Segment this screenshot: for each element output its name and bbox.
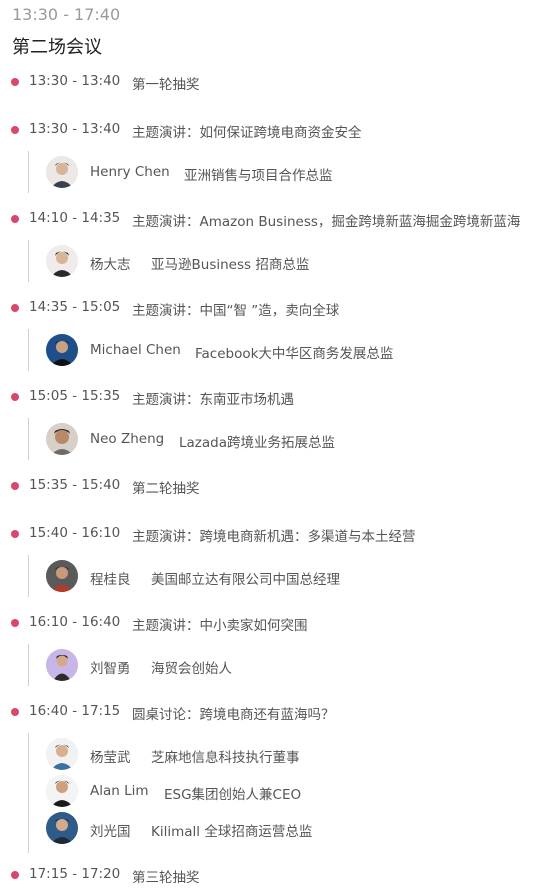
item-time: 13:30 - 13:40: [29, 73, 121, 89]
schedule-item: 13:30 - 13:40 主题演讲：如何保证跨境电商资金安全: [0, 119, 538, 141]
speaker-name: Michael Chen: [90, 342, 181, 358]
bullet-dot-icon: [11, 126, 19, 134]
item-title: 圆桌讨论：跨境电商还有蓝海吗？: [132, 707, 335, 723]
speaker-row: 程桂良 美国邮立达有限公司中国总经理: [29, 560, 529, 594]
schedule-item: 15:40 - 16:10 主题演讲：跨境电商新机遇：多渠道与本土经营: [0, 523, 538, 545]
schedule-item: 14:10 - 14:35 主题演讲：Amazon Business，掘金跨境新…: [0, 208, 538, 230]
avatar: [46, 156, 78, 188]
bullet-dot-icon: [11, 708, 19, 716]
item-title: 主题演讲：中国“智 ”造，卖向全球: [132, 303, 340, 319]
avatar: [46, 245, 78, 277]
speaker-group: 杨大志 亚马逊Business 招商总监: [28, 240, 309, 282]
item-title: 主题演讲：东南亚市场机遇: [132, 392, 294, 408]
speaker-row: Henry Chen 亚洲销售与项目合作总监: [29, 156, 529, 190]
item-time: 16:40 - 17:15: [29, 703, 121, 719]
speaker-name: Neo Zheng: [90, 431, 165, 447]
speaker-row: 杨莹武 芝麻地信息科技执行董事: [29, 738, 529, 772]
speaker-name: 刘光国: [90, 824, 131, 840]
item-time: 13:30 - 13:40: [29, 121, 121, 137]
speaker-row: 杨大志 亚马逊Business 招商总监: [29, 245, 529, 279]
speaker-role: ESG集团创始人兼CEO: [164, 787, 302, 803]
schedule-item: 15:35 - 15:40 第二轮抽奖: [0, 475, 538, 497]
bullet-dot-icon: [11, 304, 19, 312]
speaker-role: 亚洲销售与项目合作总监: [184, 168, 333, 184]
item-time: 14:35 - 15:05: [29, 299, 121, 315]
item-time: 17:15 - 17:20: [29, 866, 121, 882]
speaker-row: 刘光国 Kilimall 全球招商运营总监: [29, 812, 529, 846]
speaker-row: Michael Chen Facebook大中华区商务发展总监: [29, 334, 529, 368]
speaker-role: 美国邮立达有限公司中国总经理: [151, 572, 340, 588]
speaker-group: 刘智勇 海贸会创始人: [28, 644, 232, 686]
speaker-role: 亚马逊Business 招商总监: [151, 257, 310, 273]
speaker-group: Neo Zheng Lazada跨境业务拓展总监: [28, 418, 335, 460]
schedule-item: 13:30 - 13:40 第一轮抽奖: [0, 71, 538, 93]
bullet-dot-icon: [11, 619, 19, 627]
speaker-name: Alan Lim: [90, 783, 149, 799]
speaker-name: Henry Chen: [90, 164, 170, 180]
speaker-name: 刘智勇: [90, 661, 131, 677]
item-time: 15:35 - 15:40: [29, 477, 121, 493]
item-title: 主题演讲：中小卖家如何突围: [132, 618, 308, 634]
avatar: [46, 334, 78, 366]
bullet-dot-icon: [11, 530, 19, 538]
speaker-group: Henry Chen 亚洲销售与项目合作总监: [28, 151, 333, 193]
speaker-group: 杨莹武 芝麻地信息科技执行董事 Alan Lim ESG集团创始人兼CEO 刘光…: [28, 733, 312, 853]
speaker-role: 芝麻地信息科技执行董事: [151, 750, 300, 766]
bullet-dot-icon: [11, 393, 19, 401]
speaker-role: 海贸会创始人: [151, 661, 232, 677]
bullet-dot-icon: [11, 215, 19, 223]
item-time: 15:05 - 15:35: [29, 388, 121, 404]
item-time: 14:10 - 14:35: [29, 210, 121, 226]
schedule-item: 15:05 - 15:35 主题演讲：东南亚市场机遇: [0, 386, 538, 408]
item-title: 第二轮抽奖: [132, 481, 200, 497]
speaker-name: 杨大志: [90, 257, 131, 273]
item-title: 主题演讲：Amazon Business，掘金跨境新蓝海掘金跨境新蓝海: [132, 214, 521, 230]
item-time: 16:10 - 16:40: [29, 614, 121, 630]
item-title: 主题演讲：跨境电商新机遇：多渠道与本土经营: [132, 529, 416, 545]
avatar: [46, 560, 78, 592]
item-title: 第三轮抽奖: [132, 870, 200, 886]
speaker-row: Alan Lim ESG集团创始人兼CEO: [29, 775, 529, 809]
item-title: 主题演讲：如何保证跨境电商资金安全: [132, 125, 362, 141]
speaker-role: Lazada跨境业务拓展总监: [179, 435, 335, 451]
speaker-group: 程桂良 美国邮立达有限公司中国总经理: [28, 555, 340, 597]
speaker-name: 杨莹武: [90, 750, 131, 766]
speaker-row: 刘智勇 海贸会创始人: [29, 649, 529, 683]
speaker-group: Michael Chen Facebook大中华区商务发展总监: [28, 329, 393, 371]
schedule-item: 17:15 - 17:20 第三轮抽奖: [0, 864, 538, 886]
schedule-item: 14:35 - 15:05 主题演讲：中国“智 ”造，卖向全球: [0, 297, 538, 319]
avatar: [46, 738, 78, 770]
avatar: [46, 812, 78, 844]
bullet-dot-icon: [11, 871, 19, 879]
speaker-name: 程桂良: [90, 572, 131, 588]
session-time-range: 13:30 - 17:40: [12, 5, 121, 24]
speaker-row: Neo Zheng Lazada跨境业务拓展总监: [29, 423, 529, 457]
item-time: 15:40 - 16:10: [29, 525, 121, 541]
avatar: [46, 775, 78, 807]
avatar: [46, 423, 78, 455]
bullet-dot-icon: [11, 482, 19, 490]
speaker-role: Facebook大中华区商务发展总监: [195, 346, 394, 362]
bullet-dot-icon: [11, 78, 19, 86]
item-title: 第一轮抽奖: [132, 77, 200, 93]
schedule-item: 16:10 - 16:40 主题演讲：中小卖家如何突围: [0, 612, 538, 634]
schedule-item: 16:40 - 17:15 圆桌讨论：跨境电商还有蓝海吗？: [0, 701, 538, 723]
speaker-role: Kilimall 全球招商运营总监: [151, 824, 313, 840]
session-title: 第二场会议: [12, 37, 102, 58]
avatar: [46, 649, 78, 681]
